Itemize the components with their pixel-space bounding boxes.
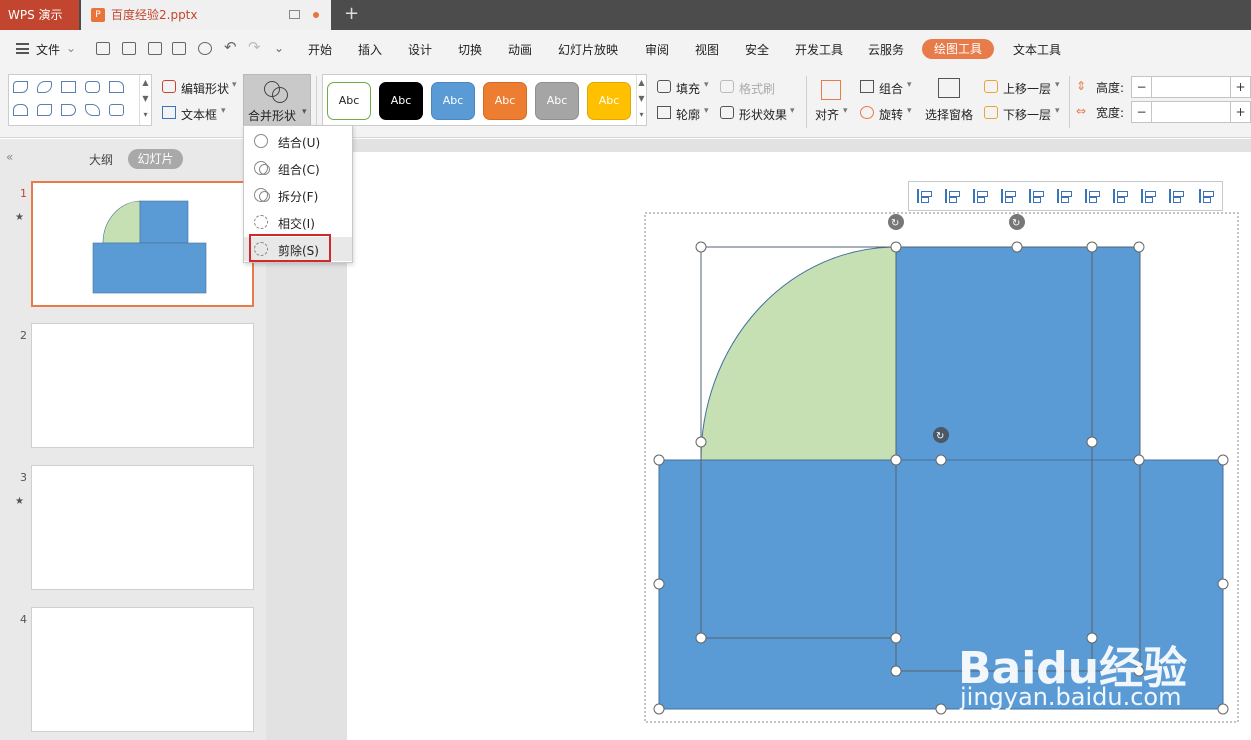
align-bottom-icon[interactable] — [1057, 189, 1072, 203]
intersect-icon — [254, 215, 268, 229]
svg-text:↻: ↻ — [891, 218, 899, 229]
square-shape[interactable] — [895, 246, 1141, 461]
menu-item-fragment[interactable]: 拆分(F) — [244, 183, 352, 207]
slide-shapes-layer: ↻ ↻ ↻ — [644, 212, 1239, 723]
svg-text:↻: ↻ — [1012, 218, 1020, 229]
distribute-vertical-icon[interactable] — [1141, 189, 1156, 203]
svg-text:↻: ↻ — [936, 431, 944, 442]
watermark-url: jingyan.baidu.com — [960, 683, 1182, 711]
rotate-handle[interactable]: ↻ — [1009, 214, 1025, 230]
menu-item-intersect[interactable]: 相交(I) — [244, 210, 352, 234]
align-center-icon[interactable] — [945, 189, 960, 203]
menu-item-combine[interactable]: 组合(C) — [244, 156, 352, 180]
floating-align-toolbar — [908, 181, 1223, 211]
combine-icon-part — [259, 164, 270, 175]
menu-item-label: 相交(I) — [278, 217, 315, 231]
menu-item-union[interactable]: 结合(U) — [244, 129, 352, 153]
crop-icon[interactable] — [1169, 189, 1184, 203]
menu-item-label: 组合(C) — [278, 163, 320, 177]
align-top-icon[interactable] — [1001, 189, 1016, 203]
menu-item-label: 结合(U) — [278, 136, 321, 150]
rotate-handle[interactable]: ↻ — [888, 214, 904, 230]
distribute-horizontal-icon[interactable] — [1113, 189, 1128, 203]
more-options-icon[interactable] — [1199, 189, 1214, 203]
align-right-icon[interactable] — [973, 189, 988, 203]
align-left-icon[interactable] — [917, 189, 932, 203]
quarter-circle-shape[interactable] — [700, 246, 897, 461]
rotate-handle[interactable]: ↻ — [933, 427, 949, 443]
align-middle-icon[interactable] — [1029, 189, 1044, 203]
align-page-center-icon[interactable] — [1085, 189, 1100, 203]
highlight-box — [249, 234, 331, 262]
fragment-icon-part — [259, 191, 270, 202]
union-icon — [254, 134, 268, 148]
merge-shapes-menu: 结合(U) 组合(C) 拆分(F) 相交(I) 剪除(S) — [243, 125, 353, 263]
menu-item-label: 拆分(F) — [278, 190, 319, 204]
